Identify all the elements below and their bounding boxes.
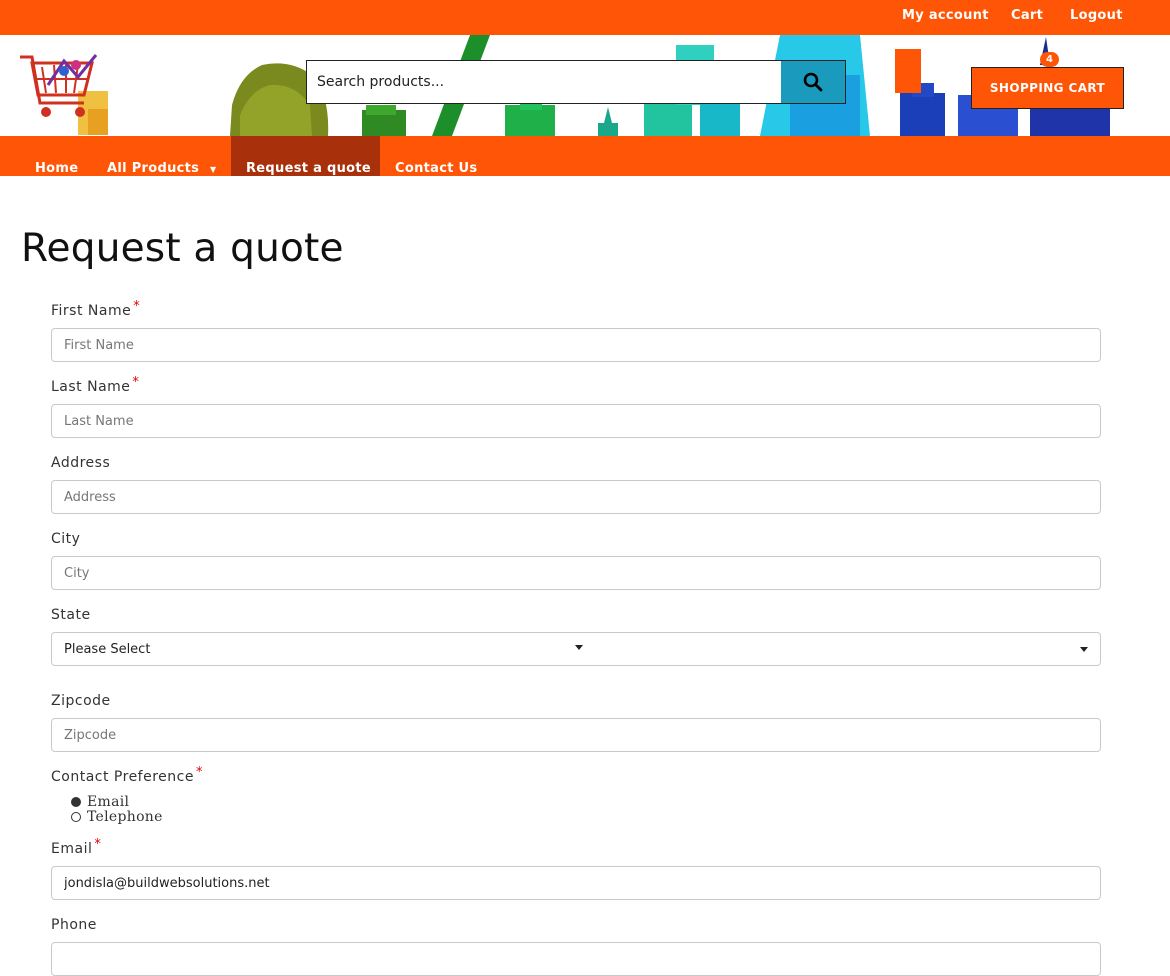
- search-icon: [803, 72, 823, 92]
- main-nav: Home All Products ▼ Request a quote Cont…: [0, 136, 1170, 176]
- nav-item-home[interactable]: Home: [21, 136, 91, 176]
- state-select-value: Please Select: [64, 642, 151, 657]
- dropdown-arrow-icon: ▼: [210, 165, 217, 174]
- contact-option-label: Telephone: [87, 809, 163, 825]
- top-bar: My account Cart Logout: [0, 0, 1170, 35]
- zipcode-input[interactable]: [51, 718, 1101, 752]
- shopping-cart-button[interactable]: SHOPPING CART: [971, 67, 1124, 109]
- radio-checked-icon[interactable]: [71, 797, 81, 807]
- search-bar: [306, 60, 846, 104]
- city-input[interactable]: [51, 556, 1101, 590]
- page-title: Request a quote: [21, 226, 344, 271]
- contact-email-option[interactable]: Email: [71, 794, 129, 810]
- required-marker: *: [133, 299, 141, 314]
- eshop-logo[interactable]: [18, 51, 108, 136]
- chevron-down-icon: [1080, 647, 1088, 652]
- address-label: Address: [51, 455, 111, 471]
- zipcode-label: Zipcode: [51, 693, 111, 709]
- contact-telephone-option[interactable]: Telephone: [71, 809, 163, 825]
- cart-link[interactable]: Cart: [1011, 8, 1043, 23]
- state-label: State: [51, 607, 91, 623]
- nav-item-all-products[interactable]: All Products ▼: [91, 136, 231, 176]
- required-marker: *: [195, 765, 203, 780]
- email-input[interactable]: [51, 866, 1101, 900]
- cart-count-badge: 4: [1040, 52, 1059, 67]
- email-label: Email *: [51, 837, 101, 857]
- radio-unchecked-icon[interactable]: [71, 812, 81, 822]
- nav-item-label: All Products: [107, 161, 200, 176]
- contact-preference-label-text: Contact Preference: [51, 769, 194, 785]
- search-input[interactable]: [307, 61, 781, 103]
- nav-item-contact-us[interactable]: Contact Us: [380, 136, 490, 176]
- contact-preference-label: Contact Preference *: [51, 765, 203, 785]
- required-marker: *: [132, 375, 140, 390]
- first-name-label-text: First Name: [51, 303, 132, 319]
- contact-option-label: Email: [87, 794, 130, 810]
- nav-item-request-quote[interactable]: Request a quote: [231, 136, 380, 176]
- required-marker: *: [94, 837, 102, 852]
- header-accent-block: [895, 49, 921, 93]
- first-name-input[interactable]: [51, 328, 1101, 362]
- logout-link[interactable]: Logout: [1070, 8, 1123, 23]
- phone-label: Phone: [51, 917, 97, 933]
- phone-input[interactable]: [51, 942, 1101, 976]
- search-button[interactable]: [781, 61, 845, 103]
- last-name-label-text: Last Name: [51, 379, 131, 395]
- chevron-down-icon: [575, 645, 583, 650]
- nav-item-label: Home: [35, 161, 79, 176]
- nav-item-label: Request a quote: [246, 161, 372, 176]
- city-label: City: [51, 531, 81, 547]
- last-name-label: Last Name *: [51, 375, 139, 395]
- my-account-link[interactable]: My account: [902, 8, 989, 23]
- address-input[interactable]: [51, 480, 1101, 514]
- nav-item-label: Contact Us: [395, 161, 478, 176]
- state-select[interactable]: Please Select: [51, 632, 1101, 666]
- email-label-text: Email: [51, 841, 93, 857]
- first-name-label: First Name *: [51, 299, 140, 319]
- last-name-input[interactable]: [51, 404, 1101, 438]
- site-header: SHOPPING CART: [0, 35, 1170, 136]
